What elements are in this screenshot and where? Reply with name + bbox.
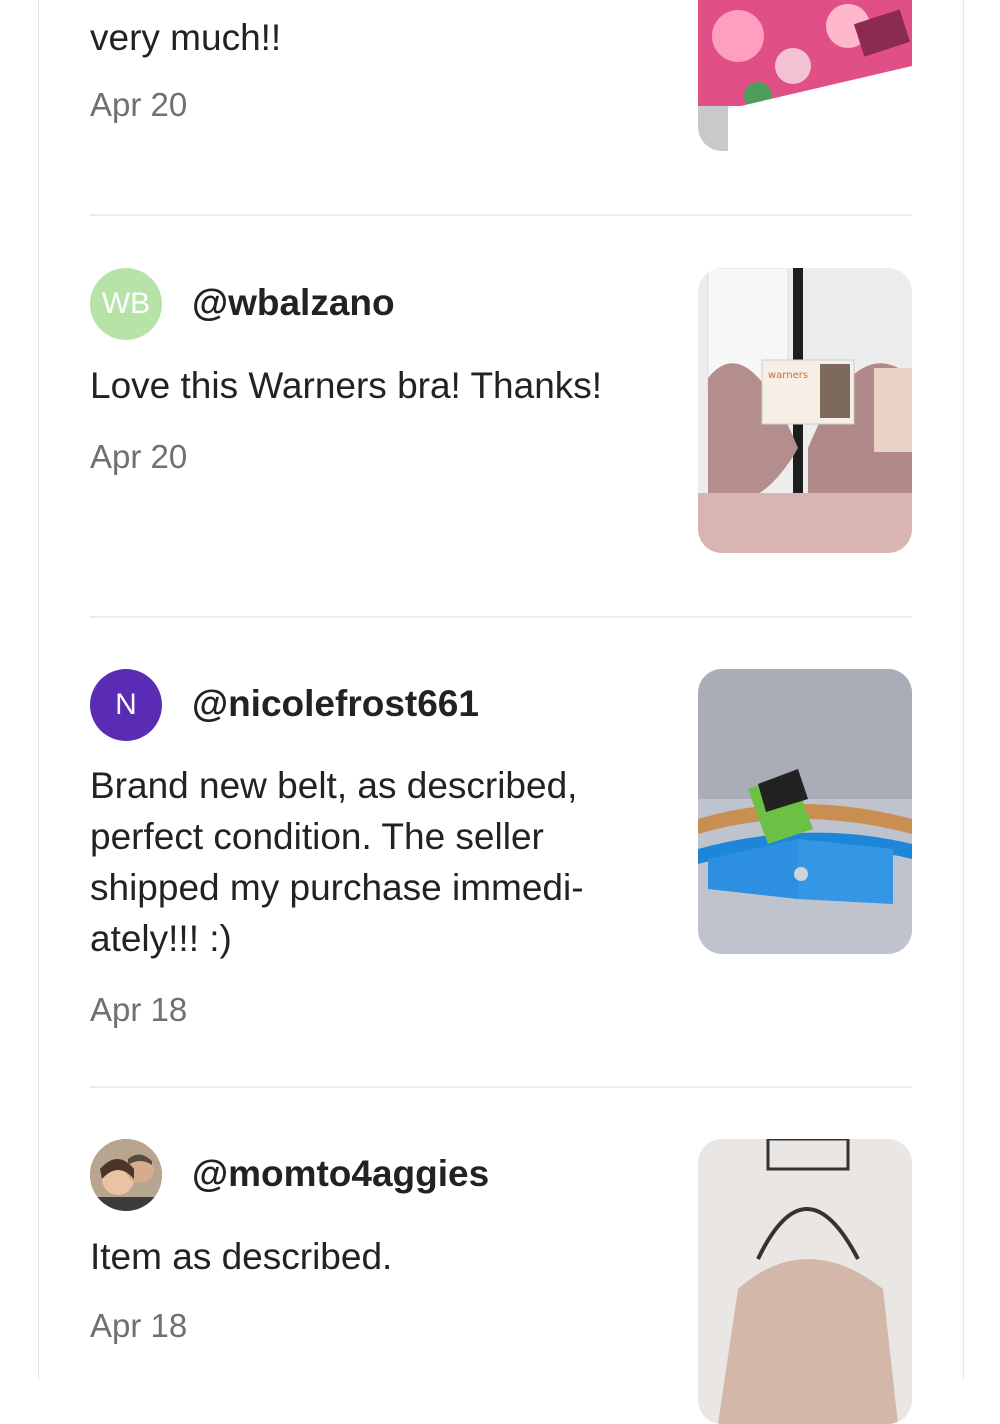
avatar[interactable]: WB: [90, 268, 162, 340]
review-text: very much!!: [90, 17, 282, 58]
review-date: Apr 18: [90, 991, 188, 1028]
review-photo-handbag[interactable]: [698, 1139, 912, 1424]
review-header: N @nicolefrost661: [90, 669, 650, 741]
review-header: WB @wbalzano: [90, 268, 650, 340]
review-text: Love this Warners bra! Thanks!: [90, 365, 603, 406]
username-link[interactable]: @wbalzano: [192, 282, 395, 324]
review-header: @momto4aggies: [90, 1139, 650, 1211]
divider: [90, 1086, 912, 1088]
avatar[interactable]: N: [90, 669, 162, 741]
review-photo-bra[interactable]: warners: [698, 268, 912, 553]
username-link[interactable]: @momto4aggies: [192, 1153, 489, 1195]
divider: [90, 214, 912, 216]
review-text: Brand new belt, as described, perfect co…: [90, 765, 584, 959]
avatar-initials: N: [115, 688, 137, 721]
avatar-initials: WB: [101, 287, 151, 320]
review-photo-belt[interactable]: [698, 669, 912, 954]
avatar-photo[interactable]: [90, 1139, 162, 1211]
divider: [90, 616, 912, 618]
review-date: Apr 18: [90, 1307, 188, 1344]
review-text: Item as described.: [90, 1236, 393, 1277]
review-date: Apr 20: [90, 438, 188, 475]
review-date: Apr 20: [90, 86, 188, 123]
username-link[interactable]: @nicolefrost661: [192, 683, 479, 725]
bra-tag-brand-text: warners: [768, 370, 808, 381]
review-photo-floral-bag[interactable]: [698, 0, 912, 151]
